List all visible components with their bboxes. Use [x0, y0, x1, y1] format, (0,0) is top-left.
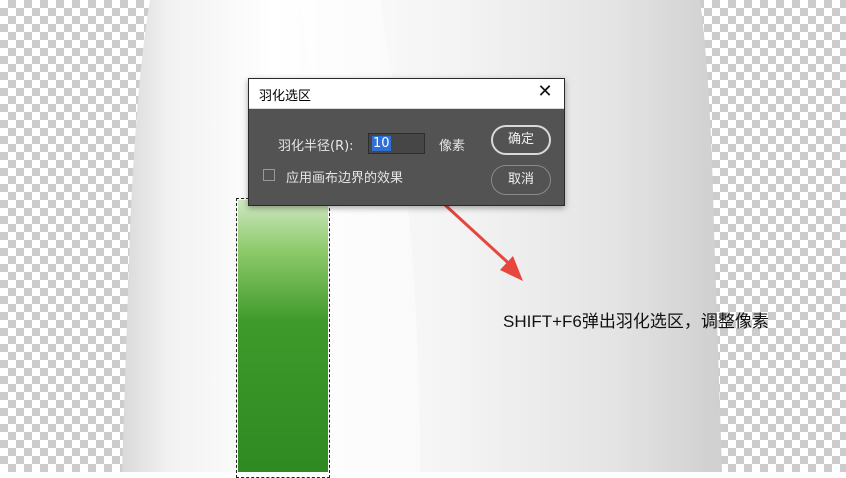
cancel-button[interactable]: 取消	[491, 165, 551, 195]
apply-canvas-bounds-checkbox[interactable]	[263, 169, 275, 181]
ok-button[interactable]: 确定	[491, 125, 551, 155]
close-icon[interactable]: ✕	[534, 81, 556, 103]
apply-canvas-bounds-label[interactable]: 应用画布边界的效果	[286, 167, 403, 186]
red-arrow-annotation	[430, 191, 523, 281]
feather-selection-dialog: 羽化选区 ✕ 羽化半径(R): 10 像素 应用画布边界的效果 确定 取消	[248, 78, 565, 206]
feather-radius-input[interactable]: 10	[368, 133, 425, 154]
instruction-annotation: SHIFT+F6弹出羽化选区，调整像素	[503, 312, 769, 331]
feather-radius-value: 10	[372, 136, 391, 151]
pixels-unit-label: 像素	[439, 139, 466, 154]
feather-radius-label: 羽化半径(R):	[278, 139, 354, 154]
dialog-titlebar[interactable]: 羽化选区 ✕	[249, 79, 564, 109]
dialog-title: 羽化选区	[259, 89, 312, 104]
